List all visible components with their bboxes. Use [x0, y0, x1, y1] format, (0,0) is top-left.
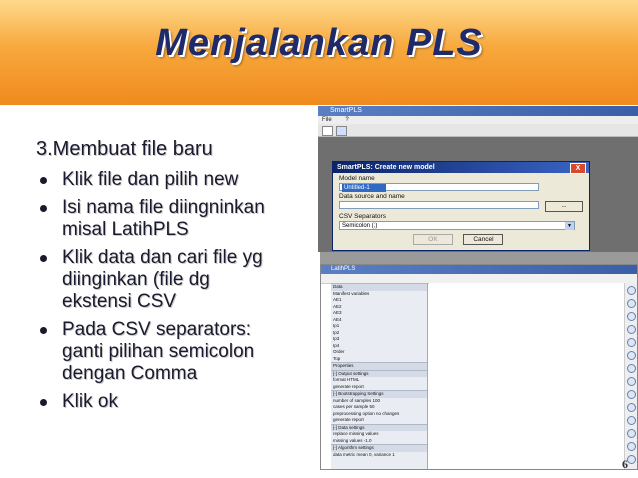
bullet-item: Klik data dan cari file yg diinginkan (f…: [36, 247, 312, 313]
tool-icon[interactable]: [626, 312, 636, 321]
model-name-label: Model name: [339, 175, 375, 182]
model-canvas[interactable]: [429, 283, 625, 469]
close-icon[interactable]: X: [570, 163, 586, 174]
tool-icon[interactable]: [626, 442, 636, 451]
bullet-item: Pada CSV separators: ganti pilihan semic…: [36, 319, 312, 385]
bullet-item: Klik ok: [36, 391, 312, 413]
panel-row: [-] Bootstrapping Settings: [331, 390, 427, 398]
browse-button[interactable]: ...: [545, 201, 583, 212]
app-titlebar: SmartPLS: [318, 106, 638, 116]
bullet-text: Klik ok: [62, 391, 118, 412]
slide-title: Menjalankan PLS: [155, 22, 483, 64]
data-source-label: Data source and name: [339, 193, 405, 200]
bullet-list: Klik file dan pilih new Isi nama file di…: [36, 169, 312, 413]
latihpls-titlebar: LatihPLS: [321, 265, 637, 274]
model-name-value: Untitled-1: [342, 184, 386, 192]
latihpls-window-screenshot: LatihPLS Data Manifest variables AE1 AE2 AE3…: [320, 264, 638, 470]
app-menubar: File ?: [318, 116, 638, 124]
dialog-buttons: OK Cancel: [413, 228, 509, 246]
panel-row: [-] Output settings: [331, 369, 427, 377]
bullet-text: Klik data dan cari file yg diinginkan (f…: [62, 247, 263, 312]
tool-icon[interactable]: [626, 377, 636, 386]
app-toolbar: [318, 124, 638, 137]
create-model-dialog: SmartPLS: Create new model X Model name …: [332, 161, 590, 251]
bullet-dot-icon: [40, 177, 47, 184]
dialog-title: SmartPLS: Create new model: [337, 164, 435, 171]
panel-row: data metric mean 0, variance 1: [333, 451, 395, 457]
slide-content: 3.Membuat file baru Klik file dan pilih …: [36, 138, 312, 419]
cancel-button[interactable]: Cancel: [463, 234, 504, 245]
tool-icon[interactable]: [626, 429, 636, 438]
bullet-dot-icon: [40, 399, 47, 406]
open-folder-icon[interactable]: [336, 126, 347, 136]
tool-icon[interactable]: [626, 416, 636, 425]
dialog-titlebar: SmartPLS: Create new model X: [333, 162, 589, 174]
panel-row: [-] Data settings: [331, 423, 427, 431]
screenshot-divider: [320, 252, 638, 264]
tool-icon[interactable]: [626, 286, 636, 295]
data-source-row: ...: [339, 201, 589, 212]
bullet-text: Pada CSV separators: ganti pilihan semic…: [62, 319, 255, 384]
data-source-field[interactable]: [339, 201, 539, 209]
new-file-icon[interactable]: [322, 126, 333, 136]
title-banner: Menjalankan PLS: [0, 0, 638, 105]
csv-separators-label: CSV Separators: [339, 213, 386, 220]
section-heading: 3.Membuat file baru: [36, 138, 213, 160]
bullet-dot-icon: [40, 255, 47, 262]
tool-palette: [624, 283, 637, 469]
model-name-field[interactable]: Untitled-1: [339, 183, 539, 192]
chevron-down-icon[interactable]: ▼: [565, 222, 574, 230]
csv-separators-value: Semicolon (;): [342, 223, 378, 229]
bullet-text: Isi nama file diingninkan misal LatihPLS: [62, 197, 265, 240]
tool-icon[interactable]: [626, 364, 636, 373]
ok-button[interactable]: OK: [413, 234, 453, 245]
bullet-item: Klik file dan pilih new: [36, 169, 312, 191]
bullet-item: Isi nama file diingninkan misal LatihPLS: [36, 197, 312, 241]
bullet-dot-icon: [40, 205, 47, 212]
tool-icon[interactable]: [626, 338, 636, 347]
tool-icon[interactable]: [626, 299, 636, 308]
panel-row: Properties: [331, 362, 427, 370]
tool-icon[interactable]: [626, 403, 636, 412]
menu-help[interactable]: ?: [345, 117, 348, 123]
tool-icon[interactable]: [626, 351, 636, 360]
smartpls-create-model-screenshot: SmartPLS File ? SmartPLS: Create new mod…: [318, 106, 638, 252]
properties-panel: Data Manifest variables AE1 AE2 AE3 AE4 Ip1 Ip2…: [331, 283, 428, 469]
bullet-text: Klik file dan pilih new: [62, 169, 239, 190]
tool-icon[interactable]: [626, 325, 636, 334]
panel-row: Data: [331, 283, 427, 291]
menu-file[interactable]: File: [322, 117, 332, 123]
page-number: 6: [622, 457, 628, 471]
bullet-dot-icon: [40, 327, 47, 334]
panel-row: [-] Algorithm settings: [331, 444, 427, 452]
tool-icon[interactable]: [626, 390, 636, 399]
